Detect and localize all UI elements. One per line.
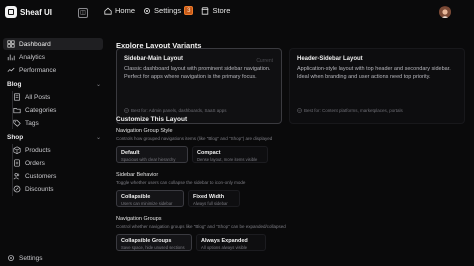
option-collapsible[interactable]: Collapsible Users can minimize sidebar: [116, 190, 184, 207]
main-content: Explore Layout Variants Sidebar-Main Lay…: [106, 26, 474, 266]
option-sub: All options always visible: [201, 245, 248, 250]
option-sub: Save space, hide unused sections: [121, 245, 185, 250]
option-label: Default: [121, 150, 140, 156]
group-desc: Control whether navigation groups like "…: [116, 224, 286, 229]
sidebar-item-dashboard[interactable]: Dashboard: [3, 38, 103, 50]
brand[interactable]: Sheaf UI: [5, 6, 52, 18]
option-label: Collapsible Groups: [121, 238, 172, 244]
sidebar-item-tags[interactable]: Tags: [10, 117, 103, 129]
variant-desc: Classic dashboard layout with prominent …: [124, 66, 271, 80]
group-title: Sidebar Behavior: [116, 172, 159, 178]
sidebar-item-label: Performance: [19, 66, 57, 74]
sidebar-toggle-button[interactable]: ◫: [78, 8, 88, 18]
sidebar-toggle-icon: ◫: [80, 10, 86, 16]
avatar[interactable]: [439, 6, 451, 18]
posts-icon: [14, 93, 20, 101]
orders-icon: [14, 159, 20, 167]
sidebar-item-discounts[interactable]: Discounts: [10, 183, 103, 195]
sidebar-item-label: All Posts: [25, 93, 51, 101]
settings-count-badge: 3: [184, 6, 194, 15]
variant-desc: Application-style layout with top header…: [297, 66, 451, 80]
chevron-down-icon[interactable]: ⌄: [96, 134, 101, 141]
variant-title: Header-Sidebar Layout: [297, 56, 363, 62]
discount-icon: [13, 185, 21, 193]
tag-icon: [13, 119, 21, 127]
group-title: Navigation Groups: [116, 216, 162, 222]
sidebar-item-label: Orders: [25, 159, 45, 167]
sidebar-item-performance[interactable]: Performance: [3, 64, 103, 76]
group-desc: Toggle whether users can collapse the si…: [116, 180, 246, 185]
option-fixed-width[interactable]: Fixed Width Always full sidebar: [188, 190, 240, 207]
variant-best-for: Best for: Content platforms, marketplace…: [297, 108, 403, 113]
option-label: Fixed Width: [193, 194, 225, 200]
current-badge: Current: [256, 58, 273, 64]
option-label: Compact: [197, 150, 221, 156]
home-icon: [104, 7, 112, 15]
section-blog-title[interactable]: Blog: [7, 81, 21, 88]
sidebar-item-settings[interactable]: Settings: [3, 252, 103, 264]
top-nav: Home Settings 3 Store: [104, 6, 230, 15]
sidebar-item-label: Customers: [25, 172, 57, 180]
best-for-text: Best for: Content platforms, marketplace…: [304, 108, 403, 113]
store-icon: [201, 6, 210, 15]
option-sub: Spacious with clear hierarchy: [121, 157, 176, 162]
option-label: Collapsible: [121, 194, 151, 200]
analytics-icon: [7, 54, 15, 61]
performance-icon: [7, 67, 15, 72]
chevron-down-icon[interactable]: ⌄: [96, 81, 101, 88]
sidebar-item-orders[interactable]: Orders: [10, 157, 103, 169]
check-circle-icon: [124, 108, 129, 113]
option-sub: Always full sidebar: [193, 201, 228, 206]
top-header: Sheaf UI ◫ Home Settings 3 Store: [0, 0, 474, 26]
sidebar-item-customers[interactable]: Customers: [10, 170, 103, 182]
customers-icon: [13, 173, 20, 180]
sidebar: Dashboard Analytics Performance Blog ⌄ A…: [0, 26, 106, 266]
sidebar-item-label: Discounts: [25, 185, 54, 193]
sidebar-item-label: Analytics: [19, 53, 46, 61]
option-sub: Dense layout, more items visible: [197, 157, 258, 162]
sidebar-item-label: Settings: [19, 254, 43, 262]
nav-store-label: Store: [212, 6, 231, 15]
option-compact[interactable]: Compact Dense layout, more items visible: [192, 146, 268, 163]
sidebar-item-categories[interactable]: Categories: [10, 104, 103, 116]
option-default[interactable]: Default Spacious with clear hierarchy: [116, 146, 188, 163]
sidebar-item-label: Categories: [25, 106, 57, 114]
variant-title: Sidebar-Main Layout: [124, 56, 184, 62]
gear-icon: [144, 7, 150, 14]
variant-card-header-sidebar[interactable]: Header-Sidebar Layout Application-style …: [289, 48, 465, 124]
check-circle-icon: [297, 108, 302, 113]
option-always-expanded[interactable]: Always Expanded All options always visib…: [196, 234, 266, 251]
sidebar-item-label: Products: [25, 146, 51, 154]
nav-home-label: Home: [115, 6, 136, 15]
sidebar-item-label: Tags: [25, 119, 39, 127]
section-shop-title[interactable]: Shop: [7, 134, 23, 141]
customize-title: Customize This Layout: [116, 116, 188, 123]
best-for-text: Best for: Admin panels, dashboards, SaaS…: [131, 108, 227, 113]
nav-settings-label: Settings: [154, 6, 182, 15]
group-title: Navigation Group Style: [116, 128, 173, 134]
variant-card-sidebar-main[interactable]: Sidebar-Main Layout Current Classic dash…: [116, 48, 282, 124]
dashboard-icon: [7, 40, 15, 48]
option-label: Always Expanded: [201, 238, 248, 244]
variant-best-for: Best for: Admin panels, dashboards, SaaS…: [124, 108, 227, 113]
gear-icon: [8, 255, 14, 261]
option-sub: Users can minimize sidebar: [121, 201, 173, 206]
group-desc: Controls how grouped navigations items (…: [116, 136, 273, 141]
products-icon: [13, 146, 21, 154]
sidebar-item-all-posts[interactable]: All Posts: [10, 91, 103, 103]
option-collapsible-groups[interactable]: Collapsible Groups Save space, hide unus…: [116, 234, 192, 251]
sidebar-item-products[interactable]: Products: [10, 144, 103, 156]
logo-icon: [5, 6, 17, 18]
brand-name: Sheaf UI: [20, 7, 53, 17]
nav-home[interactable]: Home: [104, 6, 135, 15]
sidebar-item-label: Dashboard: [19, 40, 51, 48]
categories-icon: [13, 108, 21, 114]
sidebar-item-analytics[interactable]: Analytics: [3, 51, 103, 63]
nav-store[interactable]: Store: [201, 6, 230, 15]
nav-settings[interactable]: Settings 3: [143, 6, 194, 15]
